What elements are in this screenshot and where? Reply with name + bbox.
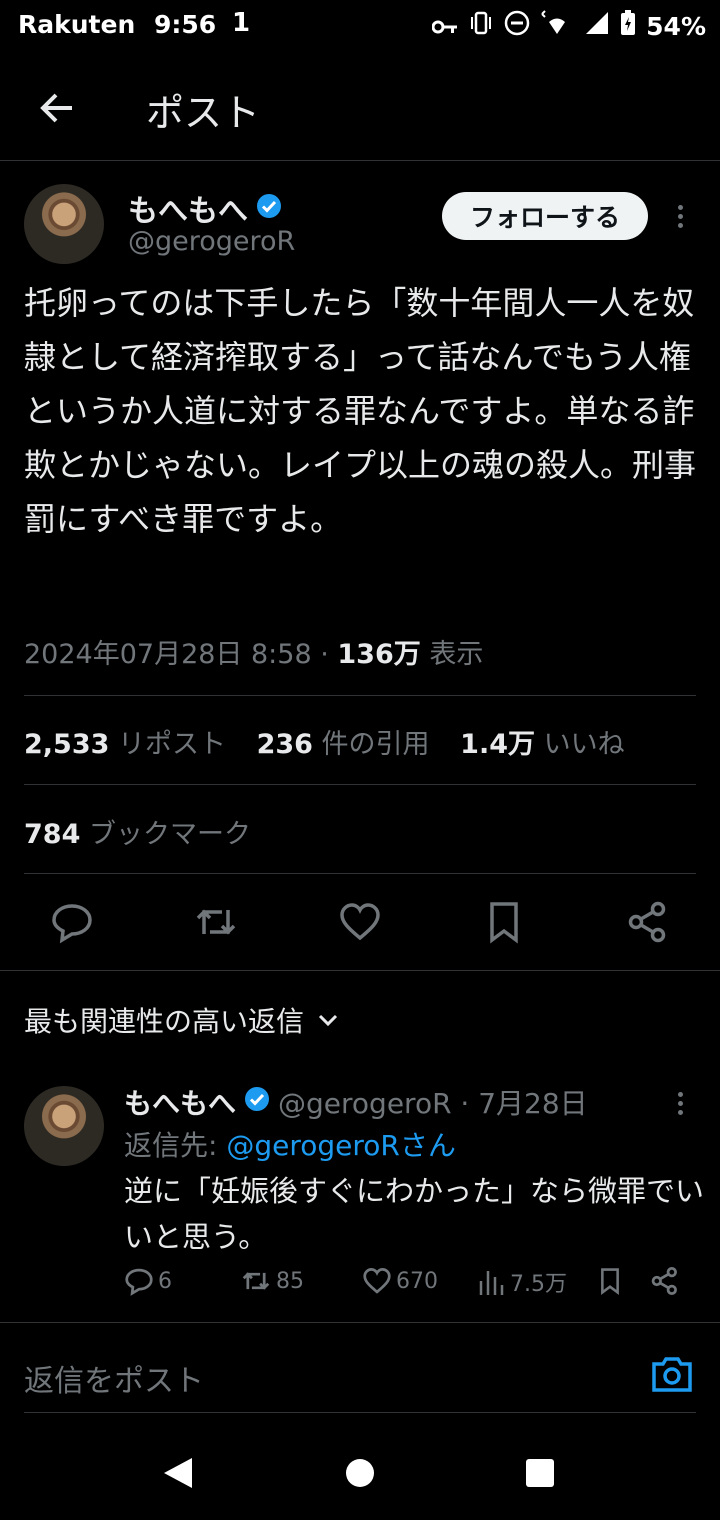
- square-recents-icon: [526, 1459, 554, 1487]
- view-count: 136万: [337, 639, 421, 670]
- nav-recents-button[interactable]: [524, 1457, 556, 1493]
- post-text: 托卵ってのは下手したら「数十年間人一人を奴隷として経済搾取する」って話なんでもう…: [24, 284, 697, 538]
- more-options-icon[interactable]: [670, 201, 690, 231]
- reposts-count: 2,533: [24, 729, 110, 760]
- like-button[interactable]: [338, 900, 382, 944]
- view-label: 表示: [420, 639, 484, 670]
- status-bar: Rakuten 9:56 1 54%: [0, 0, 720, 54]
- share-icon: [628, 901, 666, 943]
- likes-count: 1.4万: [460, 729, 535, 760]
- analytics-icon: [479, 1271, 504, 1295]
- divider: [24, 1412, 696, 1413]
- reposts-label: リポスト: [109, 729, 226, 760]
- repost-icon: [196, 909, 236, 935]
- reply-repost-button[interactable]: 85: [240, 1266, 304, 1296]
- quotes-count: 236: [256, 729, 313, 760]
- post-timestamp[interactable]: 2024年07月28日 8:58 ·: [24, 639, 337, 670]
- verified-badge-icon: [256, 193, 282, 223]
- verified-badge-icon: [244, 1086, 270, 1119]
- bookmarks-label: ブックマーク: [80, 819, 251, 850]
- reply-text: 逆に「妊娠後すぐにわかった」なら微罪でいいと思う。: [124, 1174, 705, 1254]
- reply-like-button[interactable]: 670: [362, 1266, 438, 1296]
- top-bar: ポスト: [0, 60, 720, 161]
- author-name: もへもへ: [128, 194, 248, 229]
- reply-more-options-icon[interactable]: [670, 1088, 690, 1118]
- reply-like-count: 670: [396, 1268, 438, 1294]
- heart-icon: [340, 903, 380, 941]
- author-handle[interactable]: @gerogeroR: [128, 226, 295, 257]
- reply-view-count: 7.5万: [510, 1272, 567, 1297]
- page-title: ポスト: [146, 91, 261, 135]
- reply-views-button[interactable]: 7.5万: [478, 1266, 567, 1298]
- reply-to-line: 返信先: @gerogeroRさん: [124, 1124, 456, 1164]
- share-button[interactable]: [626, 900, 670, 944]
- reply-sort-label: 最も関連性の高い返信: [24, 1005, 305, 1038]
- reply-comment-button[interactable]: 6: [124, 1266, 172, 1296]
- divider: [24, 873, 696, 874]
- reply-icon: [52, 904, 92, 944]
- reply-bookmark-button[interactable]: [596, 1266, 624, 1296]
- chevron-down-icon: [318, 1014, 338, 1027]
- bookmarks-stat[interactable]: 784 ブックマーク: [24, 812, 251, 851]
- share-icon: [651, 1267, 677, 1295]
- bookmarks-count: 784: [24, 819, 81, 850]
- circle-home-icon: [346, 1459, 374, 1487]
- divider: [24, 784, 696, 785]
- back-arrow-icon: [40, 93, 72, 123]
- battery-icon: [620, 10, 636, 42]
- key-icon: [431, 12, 458, 41]
- camera-button[interactable]: [650, 1352, 694, 1396]
- quotes-stat[interactable]: 236 件の引用: [257, 729, 430, 760]
- do-not-disturb-icon: [504, 10, 530, 42]
- author-name-row[interactable]: もへもへ: [128, 186, 282, 230]
- likes-label: いいね: [535, 729, 625, 760]
- follow-button[interactable]: フォローする: [442, 192, 648, 240]
- engagement-stats: 2,533 リポスト 236 件の引用 1.4万 いいね: [24, 722, 625, 761]
- back-button[interactable]: [36, 86, 80, 130]
- reply-button[interactable]: [50, 900, 94, 944]
- triangle-back-icon: [164, 1458, 192, 1488]
- post-meta: 2024年07月28日 8:58 · 136万 表示: [24, 632, 483, 671]
- avatar[interactable]: [24, 184, 104, 264]
- divider: [0, 1322, 720, 1323]
- reply-to-prefix: 返信先:: [124, 1129, 227, 1162]
- camera-icon: [652, 1357, 692, 1392]
- clock: 9:56: [154, 10, 217, 39]
- battery-percent: 54%: [646, 11, 706, 41]
- heart-icon: [363, 1268, 391, 1294]
- likes-stat[interactable]: 1.4万 いいね: [460, 729, 624, 760]
- reply-share-button[interactable]: [650, 1266, 680, 1296]
- bookmark-icon: [601, 1268, 619, 1295]
- reply-comment-count: 6: [158, 1268, 172, 1294]
- bookmark-button[interactable]: [482, 900, 526, 944]
- divider: [0, 970, 720, 971]
- reply-icon: [125, 1268, 153, 1296]
- reply-compose-input[interactable]: 返信をポスト: [24, 1356, 204, 1400]
- divider: [24, 695, 696, 696]
- reply-repost-count: 85: [276, 1268, 304, 1294]
- reply-handle-date: @gerogeroR · 7月28日: [278, 1087, 588, 1120]
- reply-author-name: もへもへ: [124, 1087, 237, 1120]
- repost-button[interactable]: [194, 900, 238, 944]
- system-nav-bar: [0, 1430, 720, 1520]
- repost-icon: [242, 1272, 270, 1290]
- notification-indicator: 1: [232, 8, 251, 38]
- nav-back-button[interactable]: [162, 1456, 194, 1494]
- reply-avatar[interactable]: [24, 1086, 104, 1166]
- nav-home-button[interactable]: [344, 1457, 376, 1493]
- signal-icon: [584, 10, 610, 42]
- reply-sort-dropdown[interactable]: 最も関連性の高い返信: [24, 1000, 340, 1040]
- reply-author-row[interactable]: もへもへ @gerogeroR · 7月28日: [124, 1082, 588, 1122]
- quotes-label: 件の引用: [312, 729, 430, 760]
- bookmark-icon: [490, 902, 518, 944]
- vibrate-icon: [468, 11, 494, 41]
- carrier-label: Rakuten: [18, 10, 136, 39]
- reply-to-link[interactable]: @gerogeroRさん: [226, 1129, 456, 1162]
- wifi-icon: [540, 10, 574, 42]
- status-icons: 54%: [431, 10, 706, 42]
- reposts-stat[interactable]: 2,533 リポスト: [24, 729, 226, 760]
